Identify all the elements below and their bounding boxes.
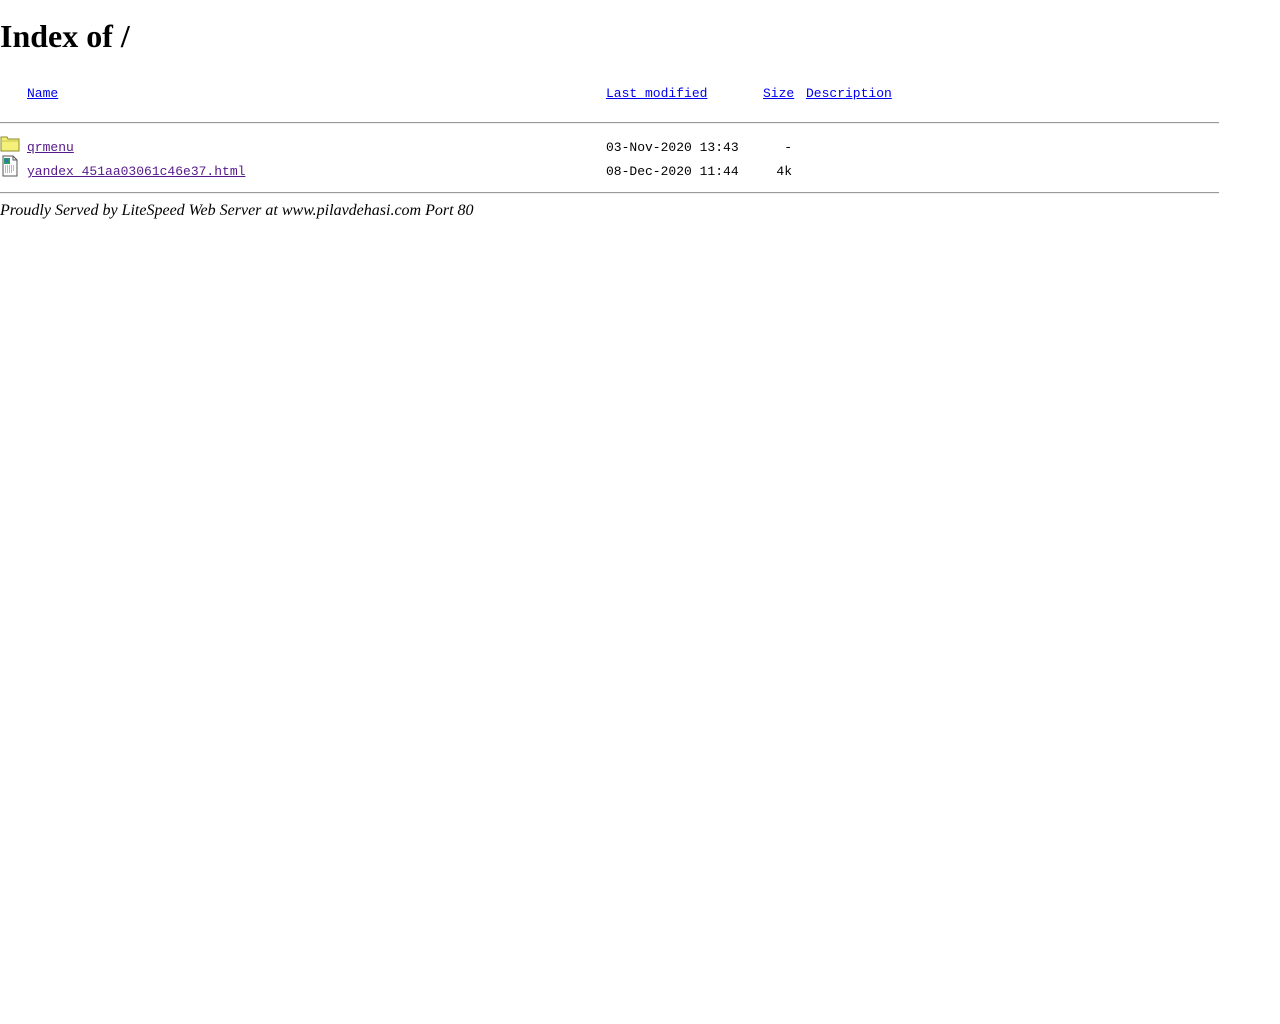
page-title: Index of / — [0, 18, 130, 54]
column-header-description[interactable]: Description — [806, 86, 892, 102]
footer-divider — [0, 192, 1219, 194]
column-header-size[interactable]: Size — [763, 86, 794, 102]
last-modified-cell: 08-Dec-2020 11:44 — [606, 164, 739, 179]
last-modified-cell: 03-Nov-2020 13:43 — [606, 140, 739, 155]
file-link-qrmenu[interactable]: qrmenu — [27, 140, 74, 156]
column-header-last-modified[interactable]: Last modified — [606, 86, 707, 102]
file-link-yandex-html[interactable]: yandex_451aa03061c46e37.html — [27, 164, 245, 180]
size-cell: 4k — [776, 164, 792, 179]
header-divider — [0, 122, 1219, 124]
column-header-name[interactable]: Name — [27, 86, 58, 102]
size-cell: - — [784, 140, 792, 155]
folder-icon — [0, 134, 20, 156]
server-signature: Proudly Served by LiteSpeed Web Server a… — [0, 202, 474, 219]
html-file-icon — [0, 155, 20, 177]
